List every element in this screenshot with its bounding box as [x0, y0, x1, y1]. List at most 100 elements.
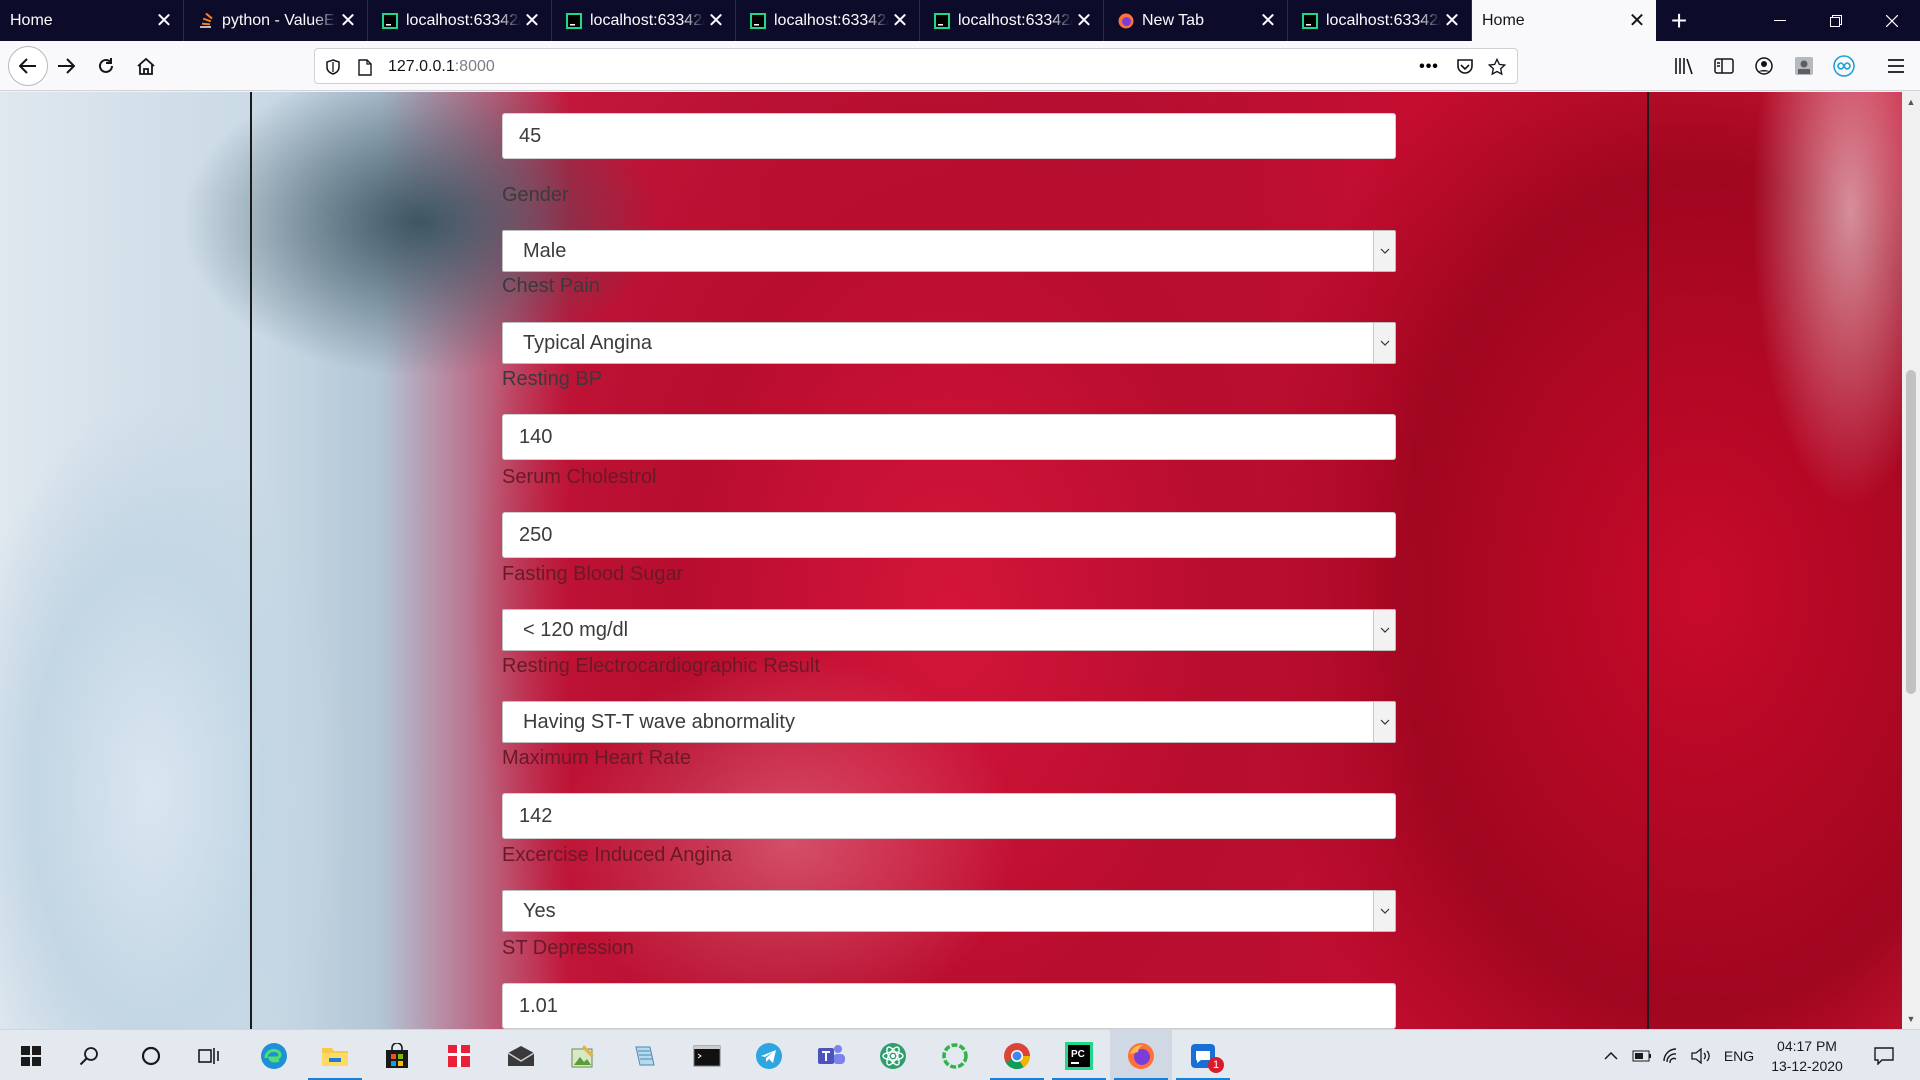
extension-icon[interactable] — [1788, 50, 1820, 82]
tab-localhost-5[interactable]: localhost:63342/ ✕ — [1288, 0, 1472, 41]
cholesterol-input[interactable]: 250 — [502, 512, 1396, 558]
restore-button[interactable] — [1808, 0, 1864, 41]
edge-icon[interactable] — [243, 1030, 305, 1080]
fasting-blood-sugar-label: Fasting Blood Sugar — [502, 563, 684, 585]
tab-title: localhost:63342/ — [406, 11, 521, 29]
volume-icon[interactable] — [1688, 1030, 1716, 1080]
close-icon[interactable]: ✕ — [705, 10, 727, 32]
close-icon[interactable]: ✕ — [153, 10, 175, 32]
start-button[interactable] — [0, 1030, 62, 1080]
chest-pain-label: Chest Pain — [502, 275, 600, 297]
teams-icon[interactable] — [800, 1030, 862, 1080]
telegram-icon[interactable] — [738, 1030, 800, 1080]
pycharm-icon[interactable]: PC — [1048, 1030, 1110, 1080]
exercise-angina-select[interactable]: Yes — [502, 890, 1396, 932]
tab-home-active[interactable]: Home ✕ — [1472, 0, 1656, 41]
chevron-down-icon[interactable] — [1373, 891, 1395, 931]
tab-home-1[interactable]: Home ✕ — [0, 0, 184, 41]
chevron-down-icon[interactable] — [1373, 610, 1395, 650]
gender-select[interactable]: Male — [502, 230, 1396, 272]
pocket-icon[interactable] — [1455, 57, 1475, 77]
chevron-down-icon[interactable] — [1373, 231, 1395, 271]
bookmark-star-icon[interactable] — [1487, 57, 1507, 77]
url-bar[interactable]: 127.0.0.1:8000 ••• — [314, 48, 1518, 84]
sidebar-icon[interactable] — [1708, 50, 1740, 82]
url-text[interactable]: 127.0.0.1:8000 — [388, 58, 495, 76]
tab-localhost-4[interactable]: localhost:63342/ ✕ — [920, 0, 1104, 41]
gender-selected-value: Male — [523, 239, 567, 262]
system-clock[interactable]: 04:17 PM 13-12-2020 — [1762, 1036, 1852, 1076]
task-view-icon[interactable] — [178, 1030, 240, 1080]
minimize-button[interactable] — [1752, 0, 1808, 41]
scrollbar-thumb[interactable] — [1906, 370, 1916, 694]
close-icon[interactable]: ✕ — [521, 10, 543, 32]
atom-app-icon[interactable] — [862, 1030, 924, 1080]
tab-localhost-3[interactable]: localhost:63342/ ✕ — [736, 0, 920, 41]
home-button[interactable] — [130, 50, 162, 82]
left-border-line — [250, 92, 252, 1029]
chest-pain-select[interactable]: Typical Angina — [502, 322, 1396, 364]
gift-app-icon[interactable] — [428, 1030, 490, 1080]
microsoft-store-icon[interactable] — [366, 1030, 428, 1080]
language-indicator[interactable]: ENG — [1718, 1030, 1760, 1080]
action-center-icon[interactable] — [1864, 1030, 1904, 1080]
infinity-extension-icon[interactable] — [1828, 50, 1860, 82]
account-icon[interactable] — [1748, 50, 1780, 82]
tab-title: New Tab — [1142, 11, 1204, 29]
firefox-icon — [1118, 13, 1134, 29]
close-icon[interactable]: ✕ — [1441, 10, 1463, 32]
resting-bp-input[interactable]: 140 — [502, 414, 1396, 460]
wifi-icon[interactable] — [1658, 1030, 1686, 1080]
chevron-down-icon[interactable] — [1373, 702, 1395, 742]
new-tab-button[interactable]: + — [1656, 0, 1702, 41]
photo-app-icon[interactable] — [552, 1030, 614, 1080]
library-icon[interactable] — [1668, 50, 1700, 82]
file-explorer-icon[interactable] — [304, 1030, 366, 1080]
scroll-down-arrow[interactable]: ▼ — [1902, 1011, 1920, 1027]
cortana-icon[interactable] — [120, 1030, 182, 1080]
tab-python-valueerror[interactable]: python - ValueEr ✕ — [184, 0, 368, 41]
close-icon[interactable]: ✕ — [1257, 10, 1279, 32]
fasting-blood-sugar-select[interactable]: < 120 mg/dl — [502, 609, 1396, 651]
reload-button[interactable] — [90, 50, 122, 82]
vertical-scrollbar[interactable]: ▲ ▼ — [1902, 92, 1920, 1029]
sync-app-icon[interactable] — [924, 1030, 986, 1080]
pycharm-icon — [750, 12, 766, 29]
chat-app-icon[interactable]: 1 — [1172, 1030, 1234, 1080]
battery-icon[interactable] — [1628, 1030, 1656, 1080]
chrome-icon[interactable] — [986, 1030, 1048, 1080]
more-actions-icon[interactable]: ••• — [1419, 57, 1439, 77]
exang-selected-value: Yes — [523, 899, 556, 922]
tracking-shield-icon[interactable] — [323, 57, 343, 77]
menu-icon[interactable] — [1880, 50, 1912, 82]
command-prompt-icon[interactable] — [676, 1030, 738, 1080]
st-depression-input[interactable]: 1.01 — [502, 983, 1396, 1029]
forward-button[interactable] — [50, 50, 82, 82]
notepad-app-icon[interactable] — [614, 1030, 676, 1080]
tab-new-tab[interactable]: New Tab ✕ — [1104, 0, 1288, 41]
search-icon[interactable] — [58, 1030, 120, 1080]
page-info-icon[interactable] — [355, 57, 375, 77]
show-hidden-icons-chevron-up-icon[interactable] — [1598, 1030, 1624, 1080]
close-icon[interactable]: ✕ — [1073, 10, 1095, 32]
back-button[interactable] — [8, 46, 48, 86]
resting-ecg-select[interactable]: Having ST-T wave abnormality — [502, 701, 1396, 743]
firefox-icon[interactable] — [1110, 1030, 1172, 1080]
close-window-button[interactable] — [1864, 0, 1920, 41]
age-input[interactable]: 45 — [502, 113, 1396, 159]
mail-icon[interactable] — [490, 1030, 552, 1080]
max-heart-rate-input[interactable]: 142 — [502, 793, 1396, 839]
tab-localhost-1[interactable]: localhost:63342/ ✕ — [368, 0, 552, 41]
tab-title: Home — [10, 11, 53, 29]
scroll-up-arrow[interactable]: ▲ — [1902, 94, 1920, 110]
tab-title: localhost:63342/ — [1326, 11, 1441, 29]
cholesterol-label: Serum Cholestrol — [502, 466, 657, 488]
st-depression-label: ST Depression — [502, 937, 634, 959]
chevron-down-icon[interactable] — [1373, 323, 1395, 363]
clock-date: 13-12-2020 — [1771, 1058, 1843, 1074]
close-icon[interactable]: ✕ — [889, 10, 911, 32]
tab-title: python - ValueEr — [222, 11, 337, 29]
close-icon[interactable]: ✕ — [1626, 10, 1648, 32]
tab-localhost-2[interactable]: localhost:63342/ ✕ — [552, 0, 736, 41]
close-icon[interactable]: ✕ — [337, 10, 359, 32]
